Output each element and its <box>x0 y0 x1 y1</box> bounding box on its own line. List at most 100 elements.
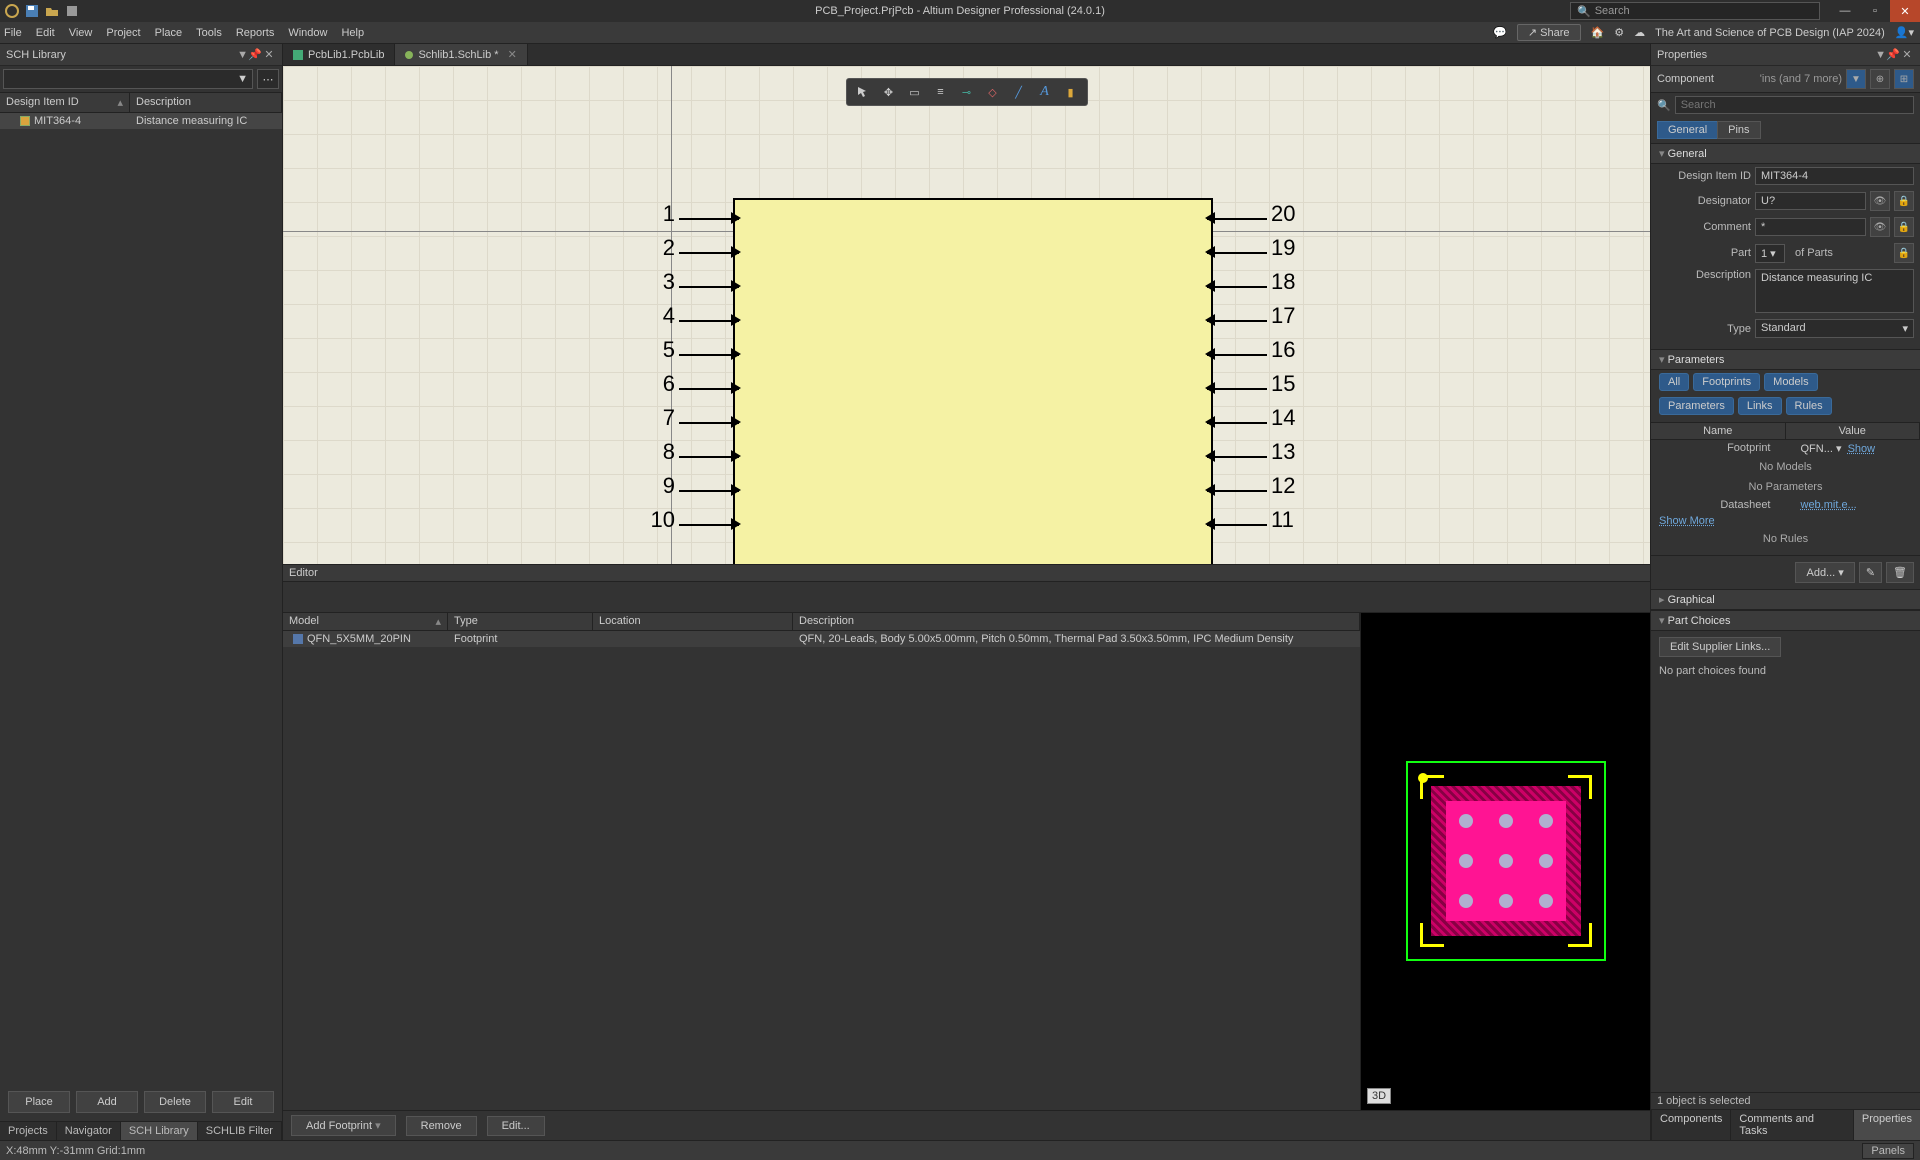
pin-15[interactable]: 15 <box>1207 376 1267 400</box>
pin-14[interactable]: 14 <box>1207 410 1267 434</box>
panel-dropdown-icon[interactable]: ▼ <box>1875 49 1886 61</box>
param-col-name[interactable]: Name <box>1651 423 1786 439</box>
tab-navigator[interactable]: Navigator <box>57 1122 121 1140</box>
show-link[interactable]: Show <box>1848 443 1876 455</box>
col-location[interactable]: Location <box>593 613 793 630</box>
home-icon[interactable]: 🏠 <box>1591 26 1605 39</box>
pill-all[interactable]: All <box>1659 373 1689 391</box>
pin-tool-icon[interactable]: ⊸ <box>955 81 979 103</box>
tab-components[interactable]: Components <box>1651 1110 1730 1140</box>
param-row-datasheet[interactable]: Datasheetweb.mit.e... <box>1651 497 1920 513</box>
user-icon[interactable]: 👤▾ <box>1895 26 1914 39</box>
pin-12[interactable]: 12 <box>1207 478 1267 502</box>
pin-17[interactable]: 17 <box>1207 308 1267 332</box>
menu-place[interactable]: Place <box>155 27 183 39</box>
settings-icon[interactable]: ⚙ <box>1614 26 1624 39</box>
pin-13[interactable]: 13 <box>1207 444 1267 468</box>
pin-11[interactable]: 11 <box>1207 512 1267 536</box>
lock-icon[interactable]: 🔒 <box>1894 243 1914 263</box>
pin-8[interactable]: 8 <box>679 444 739 468</box>
pin-2[interactable]: 2 <box>679 240 739 264</box>
panel-dropdown-icon[interactable]: ▼ <box>237 49 248 61</box>
designator-input[interactable] <box>1755 192 1866 210</box>
tab-pins[interactable]: Pins <box>1717 121 1760 139</box>
file-tab-pcblib[interactable]: PcbLib1.PcbLib <box>283 44 395 65</box>
tab-general[interactable]: General <box>1657 121 1717 139</box>
design-item-input[interactable] <box>1755 167 1914 185</box>
model-row[interactable]: QFN_5X5MM_20PIN Footprint QFN, 20-Leads,… <box>283 631 1360 647</box>
footprint-preview[interactable]: 3D <box>1360 613 1650 1111</box>
pin-4[interactable]: 4 <box>679 308 739 332</box>
panel-pin-icon[interactable]: 📌 <box>1886 48 1900 61</box>
minimize-button[interactable]: — <box>1830 0 1860 22</box>
pin-7[interactable]: 7 <box>679 410 739 434</box>
notification-icon[interactable]: 💬 <box>1493 26 1507 39</box>
section-part-choices[interactable]: Part Choices <box>1651 610 1920 631</box>
component-body[interactable] <box>733 198 1213 564</box>
move-tool-icon[interactable]: ✥ <box>877 81 901 103</box>
section-parameters[interactable]: Parameters <box>1651 349 1920 370</box>
pin-9[interactable]: 9 <box>679 478 739 502</box>
fill-tool-icon[interactable]: ▮ <box>1059 81 1083 103</box>
tab-sch-library[interactable]: SCH Library <box>121 1122 198 1140</box>
visibility-icon[interactable]: 👁 <box>1870 217 1890 237</box>
menu-help[interactable]: Help <box>341 27 364 39</box>
global-search-input[interactable]: 🔍 Search <box>1570 2 1820 20</box>
filter-icon[interactable]: ▼ <box>1846 69 1866 89</box>
pin-5[interactable]: 5 <box>679 342 739 366</box>
pill-models[interactable]: Models <box>1764 373 1817 391</box>
panel-close-icon[interactable]: ✕ <box>262 48 276 61</box>
pill-parameters[interactable]: Parameters <box>1659 397 1734 415</box>
pin-16[interactable]: 16 <box>1207 342 1267 366</box>
panel-pin-icon[interactable]: 📌 <box>248 48 262 61</box>
line-tool-icon[interactable]: ╱ <box>1007 81 1031 103</box>
col-design-item-id[interactable]: Design Item ID <box>6 96 79 109</box>
datasheet-link[interactable]: web.mit.e... <box>1801 499 1857 511</box>
menu-file[interactable]: File <box>4 27 22 39</box>
lock-icon[interactable]: 🔒 <box>1894 191 1914 211</box>
properties-search-input[interactable] <box>1675 96 1914 114</box>
tab-properties[interactable]: Properties <box>1853 1110 1920 1140</box>
edit-supplier-links-button[interactable]: Edit Supplier Links... <box>1659 637 1781 657</box>
net-tool-icon[interactable]: ◇ <box>981 81 1005 103</box>
3d-toggle-button[interactable]: 3D <box>1367 1088 1391 1104</box>
section-graphical[interactable]: Graphical <box>1651 589 1920 610</box>
align-tool-icon[interactable]: ≡ <box>929 81 953 103</box>
menu-tools[interactable]: Tools <box>196 27 222 39</box>
library-menu-button[interactable]: ⋯ <box>257 69 279 89</box>
project-icon[interactable] <box>64 3 80 19</box>
save-icon[interactable] <box>24 3 40 19</box>
library-dropdown[interactable]: ▼ <box>3 69 253 89</box>
menu-window[interactable]: Window <box>288 27 327 39</box>
pin-18[interactable]: 18 <box>1207 274 1267 298</box>
text-tool-icon[interactable]: A <box>1033 81 1057 103</box>
share-button[interactable]: ↗ Share <box>1517 24 1581 41</box>
menu-view[interactable]: View <box>69 27 93 39</box>
type-select[interactable]: Standard▾ <box>1755 319 1914 338</box>
col-type[interactable]: Type <box>448 613 593 630</box>
maximize-button[interactable]: ▫ <box>1860 0 1890 22</box>
part-select[interactable]: 1 ▾ <box>1755 244 1785 263</box>
library-row[interactable]: MIT364-4 Distance measuring IC <box>0 113 282 129</box>
param-col-value[interactable]: Value <box>1786 423 1920 439</box>
col-model[interactable]: Model <box>289 615 319 628</box>
edit-param-icon[interactable]: ✎ <box>1859 562 1882 583</box>
panels-button[interactable]: Panels <box>1862 1143 1914 1159</box>
pill-footprints[interactable]: Footprints <box>1693 373 1760 391</box>
tab-comments[interactable]: Comments and Tasks <box>1730 1110 1852 1140</box>
rect-tool-icon[interactable]: ▭ <box>903 81 927 103</box>
col-description[interactable]: Description <box>130 93 282 112</box>
param-row-footprint[interactable]: FootprintQFN... ▾ Show <box>1651 440 1920 457</box>
pin-6[interactable]: 6 <box>679 376 739 400</box>
menu-edit[interactable]: Edit <box>36 27 55 39</box>
edit-button[interactable]: Edit <box>212 1091 274 1113</box>
file-tab-schlib[interactable]: Schlib1.SchLib * ✕ <box>395 44 527 65</box>
pill-rules[interactable]: Rules <box>1786 397 1832 415</box>
pin-19[interactable]: 19 <box>1207 240 1267 264</box>
pill-links[interactable]: Links <box>1738 397 1782 415</box>
pin-1[interactable]: 1 <box>679 206 739 230</box>
add-button[interactable]: Add <box>76 1091 138 1113</box>
delete-button[interactable]: Delete <box>144 1091 206 1113</box>
close-tab-icon[interactable]: ✕ <box>508 48 517 61</box>
open-icon[interactable] <box>44 3 60 19</box>
